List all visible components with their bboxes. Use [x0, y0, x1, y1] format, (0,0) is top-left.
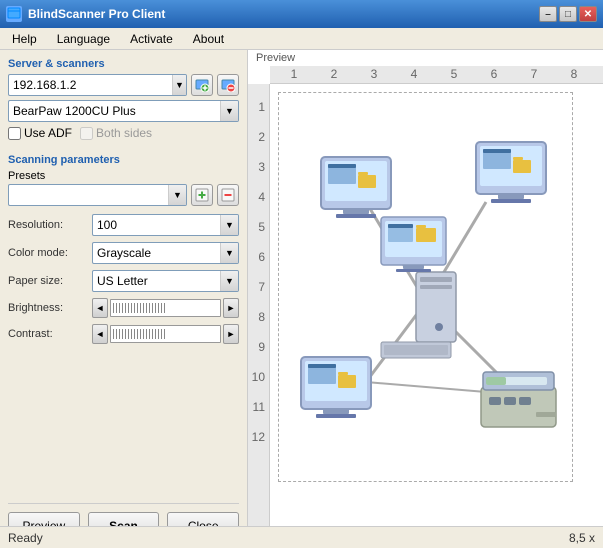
ruler-v-tick: 11: [253, 384, 267, 414]
use-adf-text: Use ADF: [24, 126, 72, 140]
brightness-fill: [113, 303, 166, 313]
minimize-button[interactable]: –: [539, 6, 557, 22]
menu-help[interactable]: Help: [4, 30, 45, 48]
title-bar: BlindScanner Pro Client – □ ✕: [0, 0, 603, 28]
presets-combo[interactable]: ▼: [8, 184, 187, 206]
status-bar: Ready 8,5 x: [0, 526, 603, 548]
maximize-button[interactable]: □: [559, 6, 577, 22]
server-ip-combo[interactable]: ▼: [8, 74, 187, 96]
resolution-dropdown-arrow[interactable]: ▼: [220, 215, 238, 235]
app-icon: [6, 6, 22, 22]
ruler-v-tick: 7: [258, 264, 267, 294]
server-row: ▼: [8, 74, 239, 96]
use-adf-label[interactable]: Use ADF: [8, 126, 72, 140]
ruler-v-tick: 9: [258, 324, 267, 354]
preview-label: Preview: [256, 52, 295, 64]
color-mode-value: Grayscale: [93, 246, 220, 260]
ruler-v-tick: 10: [252, 354, 267, 384]
adf-row: Use ADF Both sides: [8, 126, 239, 140]
use-adf-checkbox[interactable]: [8, 127, 21, 140]
ruler-v-tick: 1: [258, 84, 267, 114]
ruler-v-tick: 8: [258, 294, 267, 324]
close-window-button[interactable]: ✕: [579, 6, 597, 22]
menu-language[interactable]: Language: [49, 30, 118, 48]
add-server-button[interactable]: [191, 74, 213, 96]
preview-image: [278, 92, 573, 482]
ruler-h-tick: 6: [474, 67, 514, 81]
server-section: Server & scanners ▼: [8, 58, 239, 144]
scanner-combo[interactable]: BearPaw 1200CU Plus ▼: [8, 100, 239, 122]
remove-preset-button[interactable]: [217, 184, 239, 206]
contrast-track[interactable]: [110, 325, 221, 343]
ruler-v-tick: 5: [258, 204, 267, 234]
left-panel: Server & scanners ▼: [0, 50, 248, 548]
server-ip-dropdown-arrow[interactable]: ▼: [172, 75, 186, 95]
paper-size-value: US Letter: [93, 274, 220, 288]
color-mode-dropdown-arrow[interactable]: ▼: [220, 243, 238, 263]
paper-size-row: Paper size: US Letter ▼: [8, 270, 239, 292]
status-text: Ready: [8, 531, 43, 545]
contrast-slider[interactable]: ◄ ►: [92, 324, 239, 344]
params-section: Scanning parameters Presets ▼: [8, 154, 239, 350]
brightness-label: Brightness:: [8, 302, 88, 314]
server-ip-input[interactable]: [9, 78, 172, 92]
resolution-label: Resolution:: [8, 219, 88, 231]
both-sides-text: Both sides: [96, 126, 152, 140]
color-mode-combo[interactable]: Grayscale ▼: [92, 242, 239, 264]
preview-panel: Preview 1 2 3 4 5 6 7 8 1 2 3 4 5 6 7 8 …: [248, 50, 603, 548]
ruler-v-tick: 3: [258, 144, 267, 174]
ruler-v-tick: 4: [258, 174, 267, 204]
both-sides-checkbox[interactable]: [80, 127, 93, 140]
status-size: 8,5 x: [569, 531, 595, 545]
server-section-title: Server & scanners: [8, 58, 239, 70]
resolution-combo[interactable]: 100 ▼: [92, 214, 239, 236]
brightness-slider[interactable]: ◄ ►: [92, 298, 239, 318]
remove-server-button[interactable]: [217, 74, 239, 96]
ruler-h-tick: 1: [274, 67, 314, 81]
ruler-vertical: 1 2 3 4 5 6 7 8 9 10 11 12: [248, 84, 270, 548]
ruler-v-tick: 12: [252, 414, 267, 444]
brightness-increase-button[interactable]: ►: [223, 298, 239, 318]
canvas-area: [270, 84, 603, 548]
ruler-h-tick: 4: [394, 67, 434, 81]
brightness-row: Brightness: ◄ ►: [8, 298, 239, 318]
ruler-h-tick: 3: [354, 67, 394, 81]
ruler-h-tick: 7: [514, 67, 554, 81]
contrast-fill: [113, 329, 166, 339]
brightness-decrease-button[interactable]: ◄: [92, 298, 108, 318]
window-title: BlindScanner Pro Client: [28, 7, 539, 21]
resolution-value: 100: [93, 218, 220, 232]
add-preset-button[interactable]: [191, 184, 213, 206]
contrast-label: Contrast:: [8, 328, 88, 340]
menu-about[interactable]: About: [185, 30, 232, 48]
paper-size-dropdown-arrow[interactable]: ▼: [220, 271, 238, 291]
resolution-row: Resolution: 100 ▼: [8, 214, 239, 236]
paper-size-label: Paper size:: [8, 275, 88, 287]
window-controls[interactable]: – □ ✕: [539, 6, 597, 22]
scanner-dropdown-arrow[interactable]: ▼: [220, 101, 238, 121]
ruler-h-tick: 8: [554, 67, 594, 81]
scanner-row: BearPaw 1200CU Plus ▼: [8, 100, 239, 122]
presets-row: ▼: [8, 184, 239, 206]
network-diagram: [286, 102, 566, 472]
menu-bar: Help Language Activate About: [0, 28, 603, 50]
ruler-h-tick: 2: [314, 67, 354, 81]
ruler-v-tick: 2: [258, 114, 267, 144]
color-mode-row: Color mode: Grayscale ▼: [8, 242, 239, 264]
both-sides-label: Both sides: [80, 126, 152, 140]
color-mode-label: Color mode:: [8, 247, 88, 259]
contrast-increase-button[interactable]: ►: [223, 324, 239, 344]
presets-label: Presets: [8, 170, 239, 182]
paper-size-combo[interactable]: US Letter ▼: [92, 270, 239, 292]
params-section-title: Scanning parameters: [8, 154, 239, 166]
presets-dropdown-arrow[interactable]: ▼: [168, 185, 186, 205]
contrast-row: Contrast: ◄ ►: [8, 324, 239, 344]
ruler-horizontal: 1 2 3 4 5 6 7 8: [270, 66, 603, 84]
ruler-v-tick: 6: [258, 234, 267, 264]
scanner-name: BearPaw 1200CU Plus: [9, 104, 220, 118]
brightness-track[interactable]: [110, 299, 221, 317]
contrast-decrease-button[interactable]: ◄: [92, 324, 108, 344]
menu-activate[interactable]: Activate: [122, 30, 181, 48]
ruler-h-tick: 5: [434, 67, 474, 81]
